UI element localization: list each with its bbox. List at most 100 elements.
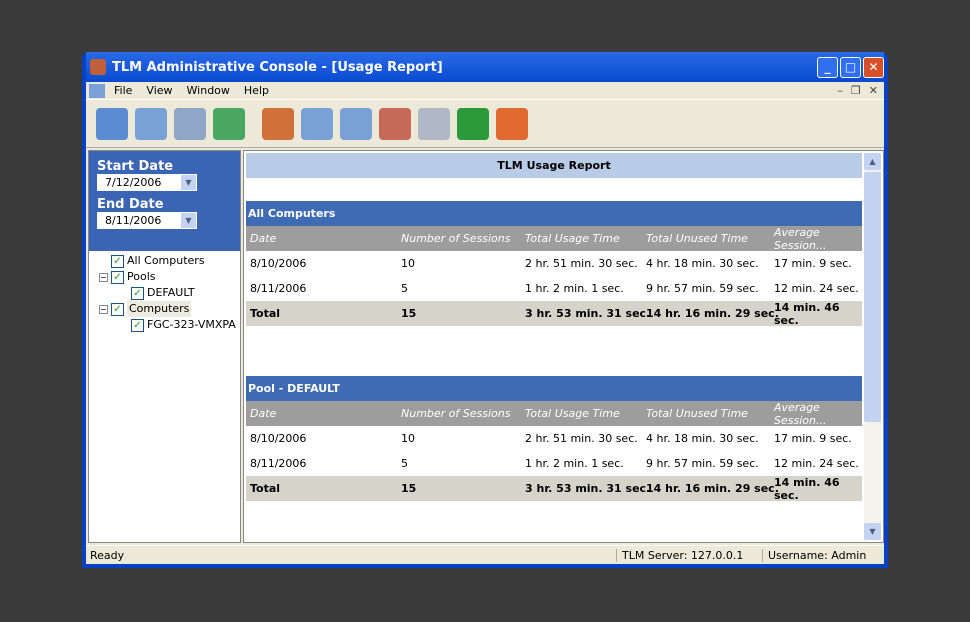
checkbox[interactable]: ✓	[111, 254, 124, 268]
refresh-icon[interactable]	[457, 107, 489, 140]
status-bar: Ready TLM Server: 127.0.0.1 Username: Ad…	[86, 545, 884, 564]
table-cell: 9 hr. 57 min. 59 sec.	[646, 282, 759, 295]
total-cell: 3 hr. 53 min. 31 sec.	[525, 307, 651, 320]
app-window: TLM Administrative Console - [Usage Repo…	[82, 52, 888, 568]
report-title: TLM Usage Report	[246, 153, 862, 178]
section-header: All Computers	[246, 201, 862, 226]
column-header[interactable]: Total Unused Time	[646, 407, 748, 420]
close-button[interactable]: ✕	[863, 56, 884, 78]
column-header[interactable]: Date	[250, 407, 276, 420]
end-date-label: End Date	[97, 197, 164, 212]
collapse-icon[interactable]: −	[99, 272, 108, 282]
tree-item-computers[interactable]: − ✓ Computers	[99, 301, 240, 317]
app-icon	[90, 59, 106, 75]
report-settings-icon[interactable]	[340, 107, 372, 140]
tree-item-pc[interactable]: ✓ FGC-323-VMXPA	[99, 317, 240, 333]
column-header[interactable]: Number of Sessions	[401, 407, 510, 420]
child-restore-button[interactable]: ❐	[851, 84, 861, 97]
help-icon[interactable]	[496, 107, 528, 140]
tree-label: Pools	[127, 270, 156, 283]
table-cell: 1 hr. 2 min. 1 sec.	[525, 282, 624, 295]
tree-item-pools[interactable]: − ✓ Pools	[99, 269, 240, 285]
computer-tree: ✓ All Computers − ✓ Pools ✓ DEFAULT − ✓ Comput…	[89, 251, 240, 333]
report-detail-icon[interactable]	[135, 107, 167, 140]
total-cell: 14 min. 46 sec.	[774, 300, 840, 327]
table-row: 8/11/2006 5 1 hr. 2 min. 1 sec. 9 hr. 57 mi…	[246, 451, 862, 476]
report-section: Pool - DEFAULT Date Number of Sessions Tota…	[246, 376, 862, 502]
report-delete-icon[interactable]	[379, 107, 411, 140]
menu-help[interactable]: Help	[237, 84, 276, 97]
total-row: Total 15 3 hr. 53 min. 31 sec. 14 hr. 16 mi…	[246, 300, 862, 327]
vertical-scrollbar[interactable]: ▲ ▼	[864, 153, 881, 540]
total-cell: 14 hr. 16 min. 29 sec.	[646, 307, 779, 320]
title-bar: TLM Administrative Console - [Usage Repo…	[86, 52, 884, 82]
checkbox[interactable]: ✓	[131, 286, 144, 300]
chevron-down-icon[interactable]: ▼	[181, 175, 196, 190]
tree-label: FGC-323-VMXPA	[147, 318, 236, 331]
table-cell: 4 hr. 18 min. 30 sec.	[646, 257, 759, 270]
server-status: TLM Server: 127.0.0.1	[616, 548, 762, 562]
table-cell: 10	[401, 432, 415, 445]
maximize-button[interactable]: □	[840, 56, 861, 78]
total-row: Total 15 3 hr. 53 min. 31 sec. 14 hr. 16 mi…	[246, 475, 862, 502]
table-cell: 9 hr. 57 min. 59 sec.	[646, 457, 759, 470]
child-close-button[interactable]: ✕	[869, 84, 878, 97]
total-cell: 14 hr. 16 min. 29 sec.	[646, 482, 779, 495]
column-header[interactable]: Date	[250, 232, 276, 245]
menu-window[interactable]: Window	[180, 84, 237, 97]
start-date-picker[interactable]: 7/12/2006 ▼	[97, 174, 197, 191]
table-cell: 10	[401, 257, 415, 270]
report-icon[interactable]	[96, 107, 128, 140]
start-date-value: 7/12/2006	[105, 176, 162, 189]
printer-icon[interactable]	[418, 107, 450, 140]
menu-view[interactable]: View	[139, 84, 179, 97]
table-cell: 12 min. 24 sec.	[774, 282, 859, 295]
end-date-picker[interactable]: 8/11/2006 ▼	[97, 212, 197, 229]
tree-label: Computers	[127, 301, 192, 317]
column-header[interactable]: Number of Sessions	[401, 232, 510, 245]
report-back-icon[interactable]	[301, 107, 333, 140]
checkbox[interactable]: ✓	[111, 270, 124, 284]
total-cell: 15	[401, 482, 417, 495]
menu-bar: File View Window Help – ❐ ✕	[86, 82, 884, 100]
total-cell: 14 min. 46 sec.	[774, 475, 840, 502]
scroll-down-icon[interactable]: ▼	[864, 523, 881, 540]
table-cell: 17 min. 9 sec.	[774, 432, 852, 445]
menu-file[interactable]: File	[107, 84, 139, 97]
total-cell: 15	[401, 307, 417, 320]
column-header[interactable]: Total Usage Time	[525, 407, 620, 420]
column-header[interactable]: Total Usage Time	[525, 232, 620, 245]
grid-icon[interactable]	[174, 107, 206, 140]
start-date-label: Start Date	[97, 159, 174, 174]
total-cell: Total	[250, 307, 281, 320]
checkbox[interactable]: ✓	[131, 318, 144, 332]
child-minimize-button[interactable]: –	[837, 84, 843, 97]
users-icon[interactable]	[262, 107, 294, 140]
column-header[interactable]: Average Session...	[774, 401, 862, 427]
table-cell: 5	[401, 457, 408, 470]
ticket-icon[interactable]	[213, 107, 245, 140]
chevron-down-icon[interactable]: ▼	[181, 213, 196, 228]
minimize-button[interactable]: _	[817, 56, 838, 78]
document-icon	[89, 83, 105, 98]
tree-item-all[interactable]: ✓ All Computers	[99, 253, 240, 269]
column-header-row: Date Number of Sessions Total Usage Time To…	[246, 226, 862, 252]
end-date-value: 8/11/2006	[105, 214, 162, 227]
scroll-up-icon[interactable]: ▲	[864, 153, 881, 170]
scroll-thumb[interactable]	[864, 172, 881, 422]
column-header[interactable]: Average Session...	[774, 226, 862, 252]
column-header[interactable]: Total Unused Time	[646, 232, 748, 245]
tree-label: DEFAULT	[147, 286, 195, 299]
usage-report: TLM Usage Report ▲ ▼ All Computers Date Nu…	[243, 150, 884, 543]
status-text: Ready	[90, 548, 125, 562]
table-row: 8/10/2006 10 2 hr. 51 min. 30 sec. 4 hr. 18…	[246, 251, 862, 276]
report-section: All Computers Date Number of Sessions Total…	[246, 201, 862, 327]
table-cell: 5	[401, 282, 408, 295]
collapse-icon[interactable]: −	[99, 304, 108, 314]
tree-item-default[interactable]: ✓ DEFAULT	[99, 285, 240, 301]
section-header: Pool - DEFAULT	[246, 376, 862, 401]
table-cell: 2 hr. 51 min. 30 sec.	[525, 257, 638, 270]
table-cell: 12 min. 24 sec.	[774, 457, 859, 470]
checkbox[interactable]: ✓	[111, 302, 124, 316]
window-title: TLM Administrative Console - [Usage Repo…	[112, 59, 443, 75]
